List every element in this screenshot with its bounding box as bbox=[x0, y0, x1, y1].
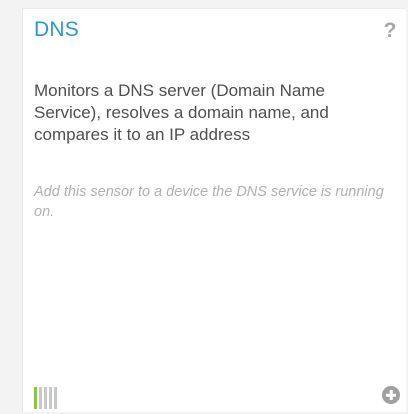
priority-bar bbox=[54, 387, 57, 409]
priority-bar bbox=[39, 387, 42, 409]
sensor-card-dns[interactable]: DNS ? Monitors a DNS server (Domain Name… bbox=[22, 8, 406, 412]
sensor-hint: Add this sensor to a device the DNS serv… bbox=[34, 184, 384, 220]
priority-bar bbox=[49, 387, 52, 409]
help-question-icon[interactable]: ? bbox=[382, 20, 398, 42]
sensor-browser: DNS ? Monitors a DNS server (Domain Name… bbox=[0, 0, 408, 414]
priority-bar bbox=[44, 387, 47, 409]
priority-bar bbox=[34, 387, 37, 409]
sensor-description: Monitors a DNS server (Domain Name Servi… bbox=[34, 81, 329, 144]
sensor-title[interactable]: DNS bbox=[34, 18, 79, 42]
priority-indicator bbox=[34, 387, 57, 409]
add-circle-icon[interactable] bbox=[382, 386, 400, 404]
